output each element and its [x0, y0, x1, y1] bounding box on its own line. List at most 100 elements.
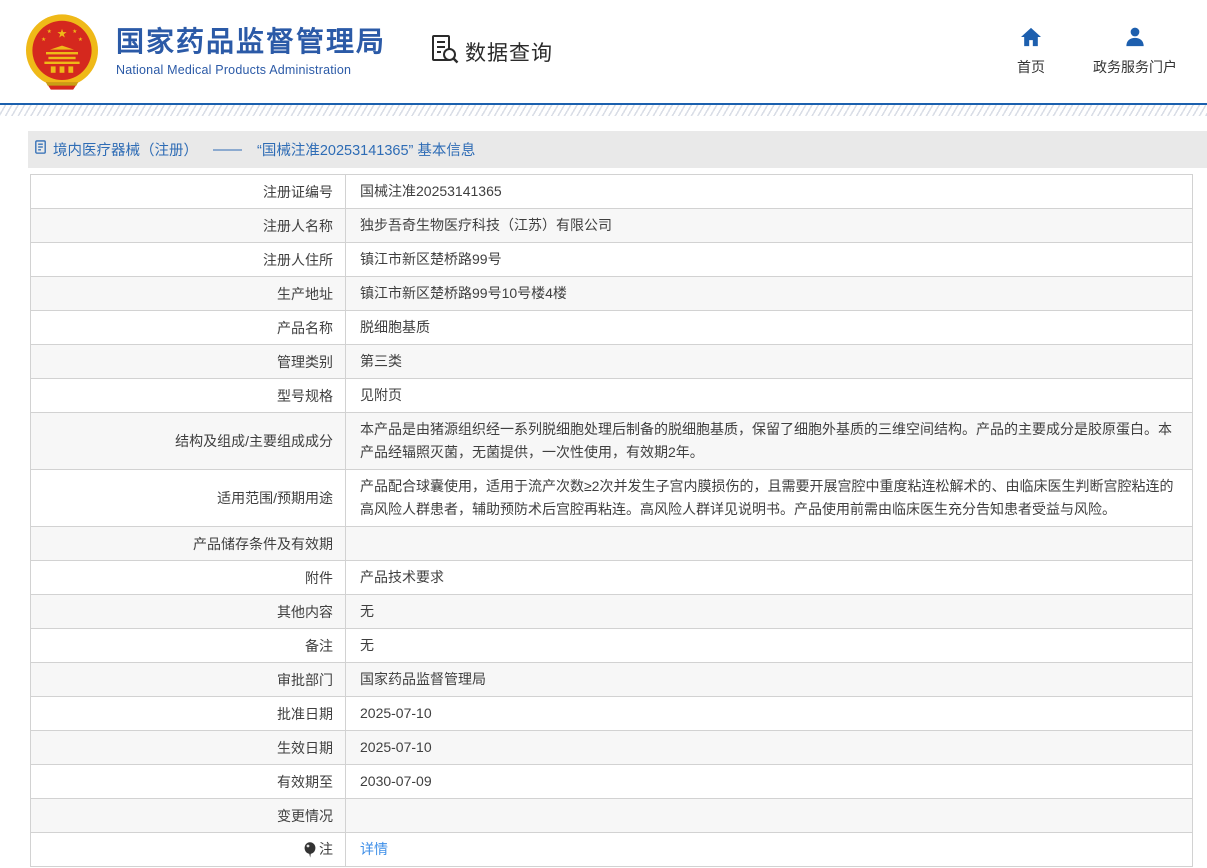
- field-label-text: 生产地址: [277, 284, 333, 304]
- field-value-text: 无: [360, 637, 374, 653]
- table-row: 生效日期 2025-07-10: [31, 731, 1193, 765]
- field-label-text: 结构及组成/主要组成成分: [175, 431, 333, 451]
- field-value-text: 国家药品监督管理局: [360, 671, 486, 687]
- detail-link[interactable]: 详情: [360, 841, 388, 857]
- field-label-text: 生效日期: [277, 738, 333, 758]
- field-label: 批准日期: [31, 697, 346, 731]
- field-value: 2025-07-10: [346, 731, 1193, 765]
- breadcrumb-current: “国械注准20253141365” 基本信息: [257, 139, 475, 160]
- table-row: 管理类别第三类: [31, 345, 1193, 379]
- field-label: 附件: [31, 561, 346, 595]
- field-label-text: 注册人名称: [263, 216, 333, 236]
- table-row: 型号规格见附页: [31, 379, 1193, 413]
- brand-block: 国家药品监督管理局 National Medical Products Admi…: [116, 26, 386, 76]
- document-search-icon: [428, 33, 460, 70]
- svg-text:★: ★: [57, 26, 68, 40]
- user-icon: [1124, 27, 1146, 52]
- field-value: 独步吾奇生物医疗科技（江苏）有限公司: [346, 209, 1193, 243]
- field-value: 脱细胞基质: [346, 311, 1193, 345]
- field-label-text: 有效期至: [277, 772, 333, 792]
- field-label-text: 产品储存条件及有效期: [193, 534, 333, 554]
- field-value: 镇江市新区楚桥路99号10号楼4楼: [346, 277, 1193, 311]
- field-value: 第三类: [346, 345, 1193, 379]
- breadcrumb: 境内医疗器械（注册） —— “国械注准20253141365” 基本信息: [28, 131, 1207, 168]
- field-value: 2030-07-09: [346, 765, 1193, 799]
- note-balloon-icon: [304, 842, 316, 858]
- field-label-text: 管理类别: [277, 352, 333, 372]
- field-label: 注册人名称: [31, 209, 346, 243]
- field-label-text: 产品名称: [277, 318, 333, 338]
- table-row: 附件产品技术要求: [31, 561, 1193, 595]
- field-value-text: 无: [360, 603, 374, 619]
- table-row: 注册人名称独步吾奇生物医疗科技（江苏）有限公司: [31, 209, 1193, 243]
- svg-text:★: ★: [41, 35, 46, 42]
- field-label-text: 注册人住所: [263, 250, 333, 270]
- field-label-text: 批准日期: [277, 704, 333, 724]
- field-value-text: 2025-07-10: [360, 705, 432, 721]
- field-label-text: 注册证编号: [263, 182, 333, 202]
- field-value-text: 2025-07-10: [360, 739, 432, 755]
- field-value-text: 脱细胞基质: [360, 319, 430, 335]
- field-value: 无: [346, 595, 1193, 629]
- site-header: ★ ★ ★ ★ ★ 国家药品监督管理局 National Medical Pro…: [0, 0, 1207, 103]
- field-value: 产品配合球囊使用，适用于流产次数≥2次并发生子宫内膜损伤的，且需要开展宫腔中重度…: [346, 470, 1193, 527]
- header-nav: 首页 政务服务门户: [1017, 27, 1177, 77]
- field-label: 注册证编号: [31, 175, 346, 209]
- field-label: 审批部门: [31, 663, 346, 697]
- field-label-text: 附件: [305, 568, 333, 588]
- data-query-link[interactable]: 数据查询: [428, 33, 553, 70]
- field-label: 生产地址: [31, 277, 346, 311]
- table-row: 产品储存条件及有效期: [31, 527, 1193, 561]
- field-label-text: 型号规格: [277, 386, 333, 406]
- field-value-text: 镇江市新区楚桥路99号10号楼4楼: [360, 285, 567, 301]
- nav-item-gov-portal[interactable]: 政务服务门户: [1093, 27, 1177, 77]
- nav-home-label: 首页: [1017, 57, 1045, 77]
- table-row: 审批部门国家药品监督管理局: [31, 663, 1193, 697]
- field-label: 其他内容: [31, 595, 346, 629]
- field-label-text: 备注: [305, 636, 333, 656]
- field-value: 镇江市新区楚桥路99号: [346, 243, 1193, 277]
- field-label: 产品名称: [31, 311, 346, 345]
- field-value-text: 2030-07-09: [360, 773, 432, 789]
- home-icon: [1020, 27, 1042, 52]
- nav-item-home[interactable]: 首页: [1017, 27, 1045, 77]
- field-label-text: 适用范围/预期用途: [217, 488, 333, 508]
- breadcrumb-separator: ——: [213, 142, 242, 158]
- field-label: 适用范围/预期用途: [31, 470, 346, 527]
- site-subtitle: National Medical Products Administration: [116, 63, 386, 77]
- field-label: 注: [31, 833, 346, 867]
- nav-gov-portal-label: 政务服务门户: [1093, 57, 1177, 77]
- field-label-text: 其他内容: [277, 602, 333, 622]
- field-value: 见附页: [346, 379, 1193, 413]
- svg-text:★: ★: [72, 27, 77, 34]
- table-row: 结构及组成/主要组成成分本产品是由猪源组织经一系列脱细胞处理后制备的脱细胞基质，…: [31, 413, 1193, 470]
- field-value: 国械注准20253141365: [346, 175, 1193, 209]
- field-label: 有效期至: [31, 765, 346, 799]
- field-value: 产品技术要求: [346, 561, 1193, 595]
- svg-text:★: ★: [47, 27, 52, 34]
- table-row: 注册人住所 镇江市新区楚桥路99号: [31, 243, 1193, 277]
- field-label: 型号规格: [31, 379, 346, 413]
- registration-info-table-wrap: 注册证编号 国械注准20253141365 注册人名称独步吾奇生物医疗科技（江苏）有…: [30, 174, 1193, 867]
- breadcrumb-section[interactable]: 境内医疗器械（注册）: [53, 139, 198, 160]
- table-row: 备注 无: [31, 629, 1193, 663]
- table-row: 批准日期 2025-07-10: [31, 697, 1193, 731]
- table-row: 其他内容 无: [31, 595, 1193, 629]
- field-value: 详情: [346, 833, 1193, 867]
- table-row: 注册证编号 国械注准20253141365: [31, 175, 1193, 209]
- table-row: 产品名称 脱细胞基质: [31, 311, 1193, 345]
- field-label-text: 注: [319, 839, 333, 859]
- field-label: 管理类别: [31, 345, 346, 379]
- field-label: 生效日期: [31, 731, 346, 765]
- field-label-text: 变更情况: [277, 806, 333, 826]
- field-value: [346, 527, 1193, 561]
- hatched-band: [0, 105, 1207, 116]
- field-value: 2025-07-10: [346, 697, 1193, 731]
- field-value: 本产品是由猪源组织经一系列脱细胞处理后制备的脱细胞基质，保留了细胞外基质的三维空…: [346, 413, 1193, 470]
- field-value-text: 国械注准20253141365: [360, 183, 502, 199]
- table-row: 生产地址 镇江市新区楚桥路99号10号楼4楼: [31, 277, 1193, 311]
- table-row: 适用范围/预期用途产品配合球囊使用，适用于流产次数≥2次并发生子宫内膜损伤的，且…: [31, 470, 1193, 527]
- field-value: 无: [346, 629, 1193, 663]
- field-value-text: 镇江市新区楚桥路99号: [360, 251, 502, 267]
- field-value: 国家药品监督管理局: [346, 663, 1193, 697]
